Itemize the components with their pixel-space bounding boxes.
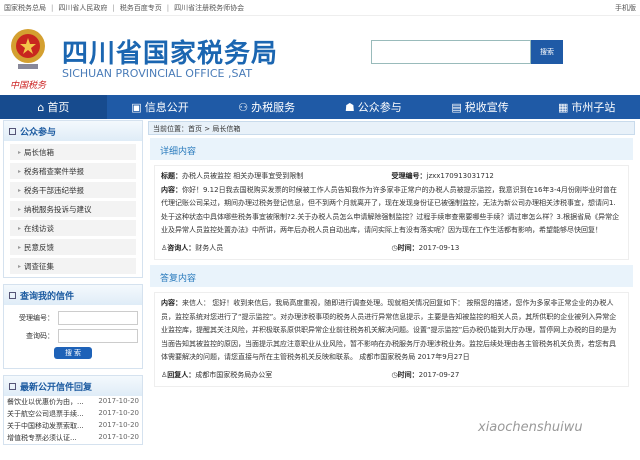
item-title: 增值税专票必须认证... [7, 434, 77, 442]
square-icon [9, 127, 16, 135]
main-nav: ⌂ 首页 ▣ 信息公开 ⚇ 办税服务 ☗ 公众参与 ▤ 税收宣传 ▦ 市州子站 [0, 95, 640, 119]
query-code-input[interactable] [58, 329, 138, 343]
item-title: 关于航空公司退票手续... [7, 410, 84, 418]
code-label: 查询码： [26, 332, 54, 340]
home-icon: ⌂ [37, 100, 45, 114]
nav-info[interactable]: ▣ 信息公开 [107, 95, 214, 119]
nav-label: 税收宣传 [464, 101, 509, 114]
top-links-bar: 国家税务总局 | 四川省人民政府 | 税务百度专页 | 四川省注册税务师协会 手机版 [0, 0, 640, 16]
link-baidu[interactable]: 税务百度专页 [120, 3, 162, 13]
square-icon [9, 382, 16, 390]
nav-label: 办税服务 [251, 101, 296, 114]
nav-label: 信息公开 [144, 101, 189, 114]
replier: 成都市国家税务局办公室 [195, 370, 273, 379]
nav-home[interactable]: ⌂ 首页 [0, 95, 107, 119]
nav-label: 首页 [47, 101, 70, 114]
people-icon: ☗ [344, 100, 355, 114]
box-title: 公众参与 [20, 127, 57, 138]
label: 受理编号： [391, 172, 427, 180]
box-title: 最新公开信件回复 [20, 382, 93, 393]
sidebar-item-discipline-report[interactable]: 税务干部违纪举报 [10, 182, 136, 198]
nav-label: 公众参与 [357, 101, 402, 114]
list-item[interactable]: 关于中国移动发票索取... 2017-10-20 [4, 420, 142, 432]
receipt-id: jzxx170913031712 [426, 172, 494, 180]
receipt-id-input[interactable] [58, 311, 138, 325]
breadcrumb: 当前位置：首页 > 局长信箱 [148, 121, 635, 135]
link-cta[interactable]: 四川省注册税务师协会 [174, 3, 244, 13]
sidebar-item-complaint[interactable]: 纳税服务投诉与建议 [10, 201, 136, 217]
service-icon: ⚇ [238, 100, 249, 114]
item-title: 关于中国移动发票索取... [7, 422, 84, 430]
reply-content: 来信人： 您好！收到来信后，我局高度重视，随即进行调查处理。现就相关情况回复如下… [161, 299, 617, 361]
reply-detail: 内容：来信人： 您好！收到来信后，我局高度重视，随即进行调查处理。现就相关情况回… [154, 292, 629, 387]
item-title: 餐饮业以优惠价为由，... [7, 398, 84, 406]
label: 内容： [161, 299, 182, 307]
nav-participation[interactable]: ☗ 公众参与 [320, 95, 427, 119]
item-date: 2017-10-20 [98, 409, 139, 417]
sidebar-item-feedback[interactable]: 民意反馈 [10, 239, 136, 255]
box-title: 查询我的信件 [20, 291, 75, 302]
label: 时间： [397, 243, 419, 252]
latest-replies-box: 最新公开信件回复 餐饮业以优惠价为由，... 2017-10-20 关于航空公司退… [3, 375, 143, 445]
square-icon [9, 291, 16, 299]
nav-publicity[interactable]: ▤ 税收宣传 [427, 95, 534, 119]
link-sat[interactable]: 国家税务总局 [4, 3, 46, 13]
label: 咨询人： [167, 243, 196, 252]
main-content: 当前位置：首页 > 局长信箱 详细内容 标题：办税人员被监控 相关办理事宜受到限… [148, 121, 635, 392]
nav-substations[interactable]: ▦ 市州子站 [533, 95, 640, 119]
link-gov[interactable]: 四川省人民政府 [58, 3, 107, 13]
list-item[interactable]: 增值税专票必须认证... 2017-10-20 [4, 432, 142, 444]
doc-icon: ▤ [451, 100, 462, 114]
id-label: 受理编号： [19, 314, 54, 322]
asker: 财务人员 [195, 243, 224, 252]
mobile-version-link[interactable]: 手机版 [615, 3, 636, 13]
query-search-button[interactable]: 搜 索 [54, 347, 92, 359]
label: 标题： [161, 172, 182, 180]
letter-content: 你好！9.12日我去国税购买发票的时候被工作人员告知我作为许多家非正常户的办税人… [161, 185, 620, 235]
letter-detail: 标题：办税人员被监控 相关办理事宜受到限制 受理编号：jzxx1709130317… [154, 165, 629, 260]
search-form: 搜索 [371, 40, 563, 64]
label: 时间： [397, 370, 419, 379]
letter-time: 2017-09-13 [418, 243, 460, 252]
sidebar-item-survey[interactable]: 调查征集 [10, 258, 136, 274]
site-subtitle: SICHUAN PROVINCIAL OFFICE ,SAT [62, 67, 253, 80]
detail-heading: 详细内容 [150, 138, 633, 160]
letter-title: 办税人员被监控 相关办理事宜受到限制 [182, 172, 304, 180]
nav-service[interactable]: ⚇ 办税服务 [213, 95, 320, 119]
list-item[interactable]: 关于航空公司退票手续... 2017-10-20 [4, 408, 142, 420]
search-button[interactable]: 搜索 [531, 40, 563, 64]
list-item[interactable]: 餐饮业以优惠价为由，... 2017-10-20 [4, 396, 142, 408]
nav-label: 市州子站 [571, 101, 616, 114]
national-emblem-icon [11, 29, 45, 69]
item-date: 2017-10-20 [98, 397, 139, 405]
search-input[interactable] [371, 40, 531, 64]
watermark: xiaochenshuiwu [478, 420, 583, 435]
reply-time: 2017-09-27 [418, 370, 460, 379]
reply-heading: 答复内容 [150, 265, 633, 287]
site-title: 四川省国家税务局 [62, 39, 279, 69]
info-icon: ▣ [131, 100, 142, 114]
sidebar: 公众参与 局长信箱 税务稽查案件举报 税务干部违纪举报 纳税服务投诉与建议 在线… [3, 120, 143, 451]
query-box: 查询我的信件 受理编号： 查询码： 搜 索 [3, 284, 143, 369]
sidebar-item-director-mailbox[interactable]: 局长信箱 [10, 144, 136, 160]
sidebar-item-interview[interactable]: 在线访谈 [10, 220, 136, 236]
sidebar-item-inspection-report[interactable]: 税务稽查案件举报 [10, 163, 136, 179]
seal-logo: 中国税务 [10, 81, 47, 91]
grid-icon: ▦ [557, 100, 569, 114]
item-date: 2017-10-20 [98, 421, 139, 429]
label: 回复人： [167, 370, 196, 379]
item-date: 2017-10-20 [98, 433, 139, 441]
participation-box: 公众参与 局长信箱 税务稽查案件举报 税务干部违纪举报 纳税服务投诉与建议 在线… [3, 120, 143, 278]
label: 内容： [161, 185, 182, 194]
